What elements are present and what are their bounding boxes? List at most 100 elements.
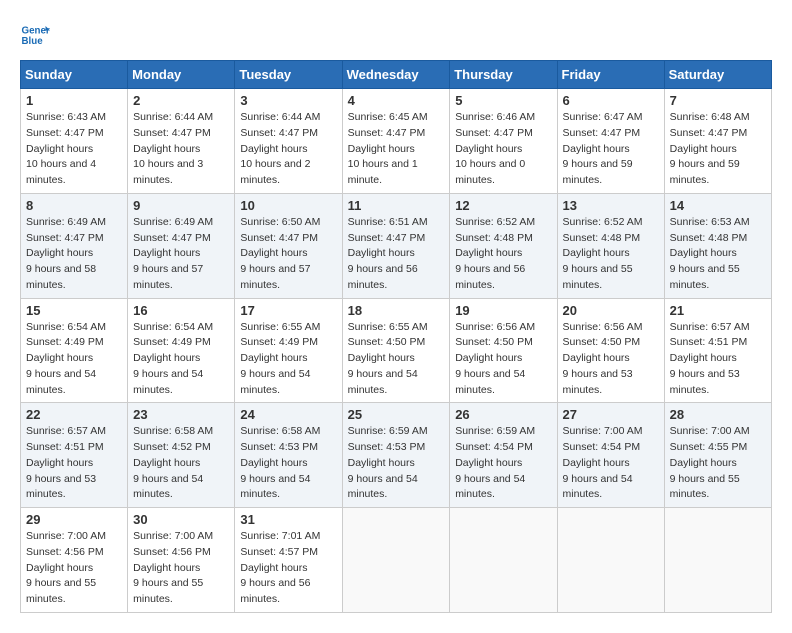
day-number: 31 [240,512,336,527]
calendar-cell [450,508,557,613]
day-info: Sunrise: 6:56 AMSunset: 4:50 PMDaylight … [563,320,659,399]
weekday-header-friday: Friday [557,61,664,89]
weekday-header-monday: Monday [128,61,235,89]
calendar-cell: 23 Sunrise: 6:58 AMSunset: 4:52 PMDayligh… [128,403,235,508]
calendar-cell: 3 Sunrise: 6:44 AMSunset: 4:47 PMDaylight… [235,89,342,194]
weekday-header-sunday: Sunday [21,61,128,89]
weekday-header-saturday: Saturday [664,61,771,89]
day-info: Sunrise: 6:51 AMSunset: 4:47 PMDaylight … [348,215,445,294]
day-info: Sunrise: 6:55 AMSunset: 4:50 PMDaylight … [348,320,445,399]
day-info: Sunrise: 6:44 AMSunset: 4:47 PMDaylight … [133,110,229,189]
calendar-cell: 1 Sunrise: 6:43 AMSunset: 4:47 PMDaylight… [21,89,128,194]
day-info: Sunrise: 6:59 AMSunset: 4:54 PMDaylight … [455,424,551,503]
day-info: Sunrise: 6:53 AMSunset: 4:48 PMDaylight … [670,215,766,294]
day-number: 26 [455,407,551,422]
calendar-cell: 19 Sunrise: 6:56 AMSunset: 4:50 PMDayligh… [450,298,557,403]
day-number: 22 [26,407,122,422]
calendar-cell: 12Sunrise: 6:52 AMSunset: 4:48 PMDayligh… [450,193,557,298]
calendar-cell: 24Sunrise: 6:58 AMSunset: 4:53 PMDayligh… [235,403,342,508]
day-number: 1 [26,93,122,108]
day-info: Sunrise: 6:54 AMSunset: 4:49 PMDaylight … [133,320,229,399]
weekday-header-wednesday: Wednesday [342,61,450,89]
calendar-cell: 18 Sunrise: 6:55 AMSunset: 4:50 PMDayligh… [342,298,450,403]
calendar-cell: 22 Sunrise: 6:57 AMSunset: 4:51 PMDayligh… [21,403,128,508]
calendar-cell: 9 Sunrise: 6:49 AMSunset: 4:47 PMDaylight… [128,193,235,298]
day-info: Sunrise: 7:01 AMSunset: 4:57 PMDaylight … [240,529,336,608]
day-info: Sunrise: 6:46 AMSunset: 4:47 PMDaylight … [455,110,551,189]
calendar-cell: 15Sunrise: 6:54 AMSunset: 4:49 PMDayligh… [21,298,128,403]
day-info: Sunrise: 7:00 AMSunset: 4:54 PMDaylight … [563,424,659,503]
day-info: Sunrise: 6:54 AMSunset: 4:49 PMDaylight … [26,320,122,399]
day-info: Sunrise: 6:49 AMSunset: 4:47 PMDaylight … [133,215,229,294]
calendar-cell: 26 Sunrise: 6:59 AMSunset: 4:54 PMDayligh… [450,403,557,508]
day-info: Sunrise: 6:57 AMSunset: 4:51 PMDaylight … [670,320,766,399]
day-info: Sunrise: 6:43 AMSunset: 4:47 PMDaylight … [26,110,122,189]
logo: General Blue [20,20,50,50]
day-info: Sunrise: 6:52 AMSunset: 4:48 PMDaylight … [455,215,551,294]
calendar-cell: 25 Sunrise: 6:59 AMSunset: 4:53 PMDayligh… [342,403,450,508]
day-info: Sunrise: 6:58 AMSunset: 4:52 PMDaylight … [133,424,229,503]
day-number: 3 [240,93,336,108]
day-number: 27 [563,407,659,422]
calendar-cell: 11 Sunrise: 6:51 AMSunset: 4:47 PMDayligh… [342,193,450,298]
day-number: 29 [26,512,122,527]
day-number: 6 [563,93,659,108]
day-number: 25 [348,407,445,422]
day-info: Sunrise: 6:48 AMSunset: 4:47 PMDaylight … [670,110,766,189]
calendar-cell: 6 Sunrise: 6:47 AMSunset: 4:47 PMDaylight… [557,89,664,194]
day-number: 13 [563,198,659,213]
day-info: Sunrise: 6:57 AMSunset: 4:51 PMDaylight … [26,424,122,503]
calendar-cell: 16 Sunrise: 6:54 AMSunset: 4:49 PMDayligh… [128,298,235,403]
weekday-header-tuesday: Tuesday [235,61,342,89]
day-number: 11 [348,198,445,213]
calendar-cell: 17 Sunrise: 6:55 AMSunset: 4:49 PMDayligh… [235,298,342,403]
calendar-cell: 30 Sunrise: 7:00 AMSunset: 4:56 PMDayligh… [128,508,235,613]
day-info: Sunrise: 6:47 AMSunset: 4:47 PMDaylight … [563,110,659,189]
logo-icon: General Blue [20,20,50,50]
day-info: Sunrise: 6:50 AMSunset: 4:47 PMDaylight … [240,215,336,294]
calendar-cell: 5 Sunrise: 6:46 AMSunset: 4:47 PMDaylight… [450,89,557,194]
day-info: Sunrise: 6:56 AMSunset: 4:50 PMDaylight … [455,320,551,399]
day-number: 21 [670,303,766,318]
day-info: Sunrise: 6:52 AMSunset: 4:48 PMDaylight … [563,215,659,294]
day-info: Sunrise: 6:44 AMSunset: 4:47 PMDaylight … [240,110,336,189]
day-info: Sunrise: 7:00 AMSunset: 4:55 PMDaylight … [670,424,766,503]
day-number: 16 [133,303,229,318]
day-number: 17 [240,303,336,318]
calendar-cell [664,508,771,613]
day-number: 5 [455,93,551,108]
day-info: Sunrise: 6:55 AMSunset: 4:49 PMDaylight … [240,320,336,399]
day-number: 18 [348,303,445,318]
day-number: 14 [670,198,766,213]
day-number: 23 [133,407,229,422]
calendar-cell: 4Sunrise: 6:45 AMSunset: 4:47 PMDaylight… [342,89,450,194]
weekday-header-thursday: Thursday [450,61,557,89]
calendar-cell: 7 Sunrise: 6:48 AMSunset: 4:47 PMDaylight… [664,89,771,194]
day-info: Sunrise: 7:00 AMSunset: 4:56 PMDaylight … [133,529,229,608]
calendar-cell: 13 Sunrise: 6:52 AMSunset: 4:48 PMDayligh… [557,193,664,298]
calendar-cell: 21 Sunrise: 6:57 AMSunset: 4:51 PMDayligh… [664,298,771,403]
day-number: 30 [133,512,229,527]
calendar-cell: 31 Sunrise: 7:01 AMSunset: 4:57 PMDayligh… [235,508,342,613]
header: General Blue [20,20,772,50]
day-info: Sunrise: 6:59 AMSunset: 4:53 PMDaylight … [348,424,445,503]
page-container: General Blue SundayMondayTuesdayWednesda… [20,20,772,613]
day-number: 2 [133,93,229,108]
calendar-cell [342,508,450,613]
day-number: 9 [133,198,229,213]
calendar-cell: 20 Sunrise: 6:56 AMSunset: 4:50 PMDayligh… [557,298,664,403]
calendar-cell: 2 Sunrise: 6:44 AMSunset: 4:47 PMDaylight… [128,89,235,194]
day-number: 28 [670,407,766,422]
calendar-cell: 14 Sunrise: 6:53 AMSunset: 4:48 PMDayligh… [664,193,771,298]
calendar-cell [557,508,664,613]
day-number: 7 [670,93,766,108]
day-number: 4 [348,93,445,108]
day-number: 20 [563,303,659,318]
day-number: 24 [240,407,336,422]
day-number: 19 [455,303,551,318]
day-number: 10 [240,198,336,213]
day-info: Sunrise: 7:00 AMSunset: 4:56 PMDaylight … [26,529,122,608]
calendar-cell: 8Sunrise: 6:49 AMSunset: 4:47 PMDaylight… [21,193,128,298]
calendar-cell: 29 Sunrise: 7:00 AMSunset: 4:56 PMDayligh… [21,508,128,613]
calendar-cell: 27 Sunrise: 7:00 AMSunset: 4:54 PMDayligh… [557,403,664,508]
